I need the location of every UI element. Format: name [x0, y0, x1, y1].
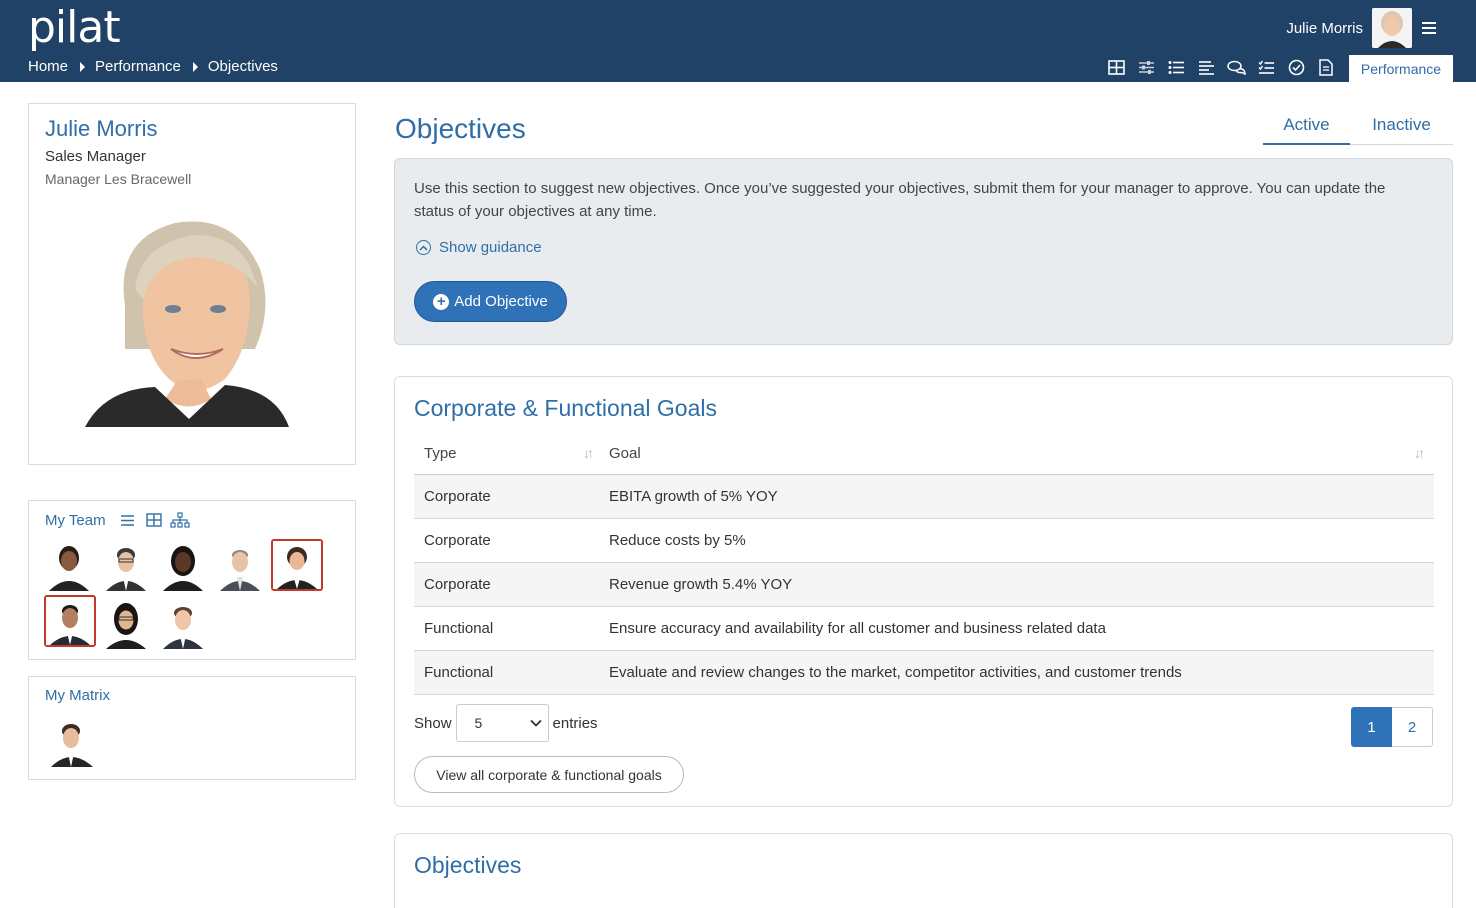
column-header-goal[interactable]: Goal ↓↑	[599, 433, 1434, 475]
type-cell: Functional	[414, 650, 599, 695]
show-guidance-label[interactable]: Show guidance	[439, 239, 542, 256]
column-label[interactable]: Goal	[609, 445, 641, 462]
sort-icon[interactable]: ↓↑	[583, 445, 594, 461]
goal-cell: EBITA growth of 5% YOY	[599, 474, 1434, 519]
goals-card-title: Corporate & Functional Goals	[414, 395, 717, 421]
profile-job-title: Sales Manager	[45, 148, 146, 165]
team-member-avatar-selected[interactable]	[44, 595, 96, 647]
table-row[interactable]: Corporate EBITA growth of 5% YOY	[414, 474, 1434, 519]
page-length-control: Show 5 entries	[414, 704, 598, 742]
profile-name: Julie Morris	[45, 116, 158, 141]
tab-inactive[interactable]: Inactive	[1350, 112, 1453, 145]
sort-icon[interactable]: ↓↑	[1414, 445, 1425, 461]
entries-label: entries	[552, 714, 598, 732]
pilat-logo[interactable]: pilat	[28, 2, 121, 53]
team-member-avatar[interactable]	[214, 539, 266, 591]
top-bar: pilat Home Performance Objectives Julie …	[0, 0, 1476, 82]
profile-card: Julie Morris Sales Manager Manager Les B…	[28, 103, 356, 465]
module-toolbar	[1101, 56, 1341, 78]
team-member-avatar[interactable]	[157, 597, 209, 649]
chevron-up-icon	[416, 240, 431, 255]
grid-icon[interactable]	[1101, 56, 1131, 78]
info-panel: Use this section to suggest new objectiv…	[394, 158, 1453, 345]
breadcrumb-performance[interactable]: Performance	[95, 58, 181, 75]
pagination: 1 2	[1351, 707, 1433, 747]
goal-cell: Ensure accuracy and availability for all…	[599, 606, 1434, 651]
chevron-down-icon	[529, 719, 542, 727]
team-member-avatar[interactable]	[157, 539, 209, 591]
team-header: My Team	[45, 511, 194, 529]
table-header-row: Type ↓↑ Goal ↓↑	[414, 433, 1434, 475]
breadcrumb-home[interactable]: Home	[28, 58, 68, 75]
performance-tab[interactable]: Performance	[1349, 55, 1453, 82]
align-left-icon[interactable]	[1191, 56, 1221, 78]
user-avatar[interactable]	[1372, 8, 1412, 48]
entries-value[interactable]: 5	[475, 715, 483, 731]
plus-circle-icon: +	[433, 293, 450, 310]
type-cell: Functional	[414, 606, 599, 651]
goal-cell: Evaluate and review changes to the marke…	[599, 650, 1434, 695]
page-button-1[interactable]: 1	[1351, 707, 1392, 747]
profile-manager: Manager Les Bracewell	[45, 171, 192, 187]
menu-icon[interactable]	[1422, 22, 1436, 34]
type-cell: Corporate	[414, 474, 599, 519]
table-row[interactable]: Corporate Reduce costs by 5%	[414, 518, 1434, 563]
user-name[interactable]: Julie Morris	[1286, 20, 1363, 37]
list-view-icon[interactable]	[116, 511, 140, 529]
chevron-right-icon	[80, 61, 86, 72]
my-team-card: My Team	[28, 500, 356, 660]
add-objective-label[interactable]: Add Objective	[454, 293, 547, 310]
chevron-right-icon	[192, 61, 198, 72]
matrix-member-avatar[interactable]	[47, 715, 99, 767]
tab-active[interactable]: Active	[1263, 112, 1350, 145]
column-header-type[interactable]: Type ↓↑	[414, 433, 599, 475]
corporate-goals-card: Corporate & Functional Goals Type ↓↑ Goa…	[394, 376, 1453, 807]
org-chart-icon[interactable]	[168, 511, 192, 529]
show-guidance-link[interactable]: Show guidance	[416, 239, 542, 256]
type-cell: Corporate	[414, 562, 599, 607]
entries-select[interactable]: 5	[455, 704, 549, 742]
type-cell: Corporate	[414, 518, 599, 563]
info-text: Use this section to suggest new objectiv…	[414, 180, 1386, 220]
table-row[interactable]: Corporate Revenue growth 5.4% YOY	[414, 562, 1434, 607]
document-icon[interactable]	[1311, 56, 1341, 78]
my-team-title[interactable]: My Team	[45, 512, 106, 529]
page-button-2[interactable]: 2	[1392, 707, 1433, 747]
chat-icon[interactable]	[1221, 56, 1251, 78]
table-row[interactable]: Functional Evaluate and review changes t…	[414, 650, 1434, 695]
grid-view-icon[interactable]	[142, 511, 166, 529]
user-menu[interactable]: Julie Morris	[1286, 8, 1436, 48]
breadcrumb: Home Performance Objectives	[28, 58, 278, 75]
list-icon[interactable]	[1161, 56, 1191, 78]
goal-cell: Reduce costs by 5%	[599, 518, 1434, 563]
team-member-avatar[interactable]	[100, 539, 152, 591]
team-member-avatar-selected[interactable]	[271, 539, 323, 591]
breadcrumb-objectives: Objectives	[207, 58, 278, 75]
sliders-icon[interactable]	[1131, 56, 1161, 78]
objectives-card-title: Objectives	[414, 852, 522, 878]
objectives-card: Objectives	[394, 833, 1453, 908]
status-tabs: Active Inactive	[1263, 112, 1453, 145]
column-label[interactable]: Type	[424, 445, 457, 462]
my-matrix-card: My Matrix	[28, 676, 356, 780]
add-objective-button[interactable]: + Add Objective	[414, 281, 567, 322]
show-label: Show	[414, 714, 452, 732]
check-circle-icon[interactable]	[1281, 56, 1311, 78]
view-all-goals-button[interactable]: View all corporate & functional goals	[414, 756, 684, 793]
profile-photo	[85, 209, 293, 427]
table-row[interactable]: Functional Ensure accuracy and availabil…	[414, 606, 1434, 651]
my-matrix-title[interactable]: My Matrix	[45, 687, 110, 704]
goal-cell: Revenue growth 5.4% YOY	[599, 562, 1434, 607]
team-member-avatar[interactable]	[100, 597, 152, 649]
goals-table: Type ↓↑ Goal ↓↑ Corporate EBITA growth o…	[414, 433, 1434, 695]
checklist-icon[interactable]	[1251, 56, 1281, 78]
page-title: Objectives	[395, 113, 526, 144]
team-member-avatar[interactable]	[43, 539, 95, 591]
